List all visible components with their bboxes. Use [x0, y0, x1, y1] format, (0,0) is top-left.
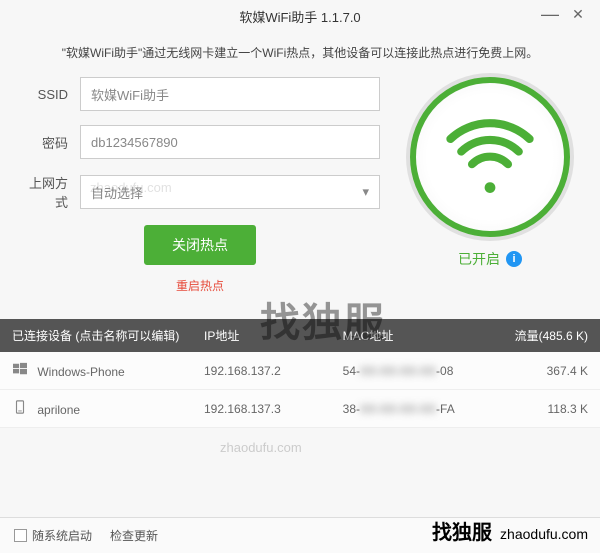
- method-select-wrap: 自动选择 ▾: [80, 175, 380, 209]
- watermark-url-1: zhaodufu.com: [220, 440, 302, 455]
- form-area: SSID 密码 上网方式 自动选择 ▾ 关闭热点 重启热点: [20, 77, 380, 295]
- app-description: "软媒WiFi助手"通过无线网卡建立一个WiFi热点，其他设备可以连接此热点进行…: [0, 32, 600, 77]
- col-header-ip: IP地址: [204, 327, 343, 344]
- ssid-row: SSID: [20, 77, 380, 111]
- hotspot-status-text: 已开启: [458, 249, 500, 269]
- method-selected-value: 自动选择: [91, 183, 143, 202]
- button-row: 关闭热点: [20, 225, 380, 265]
- autostart-label: 随系统启动: [32, 527, 92, 544]
- check-update-label: 检查更新: [110, 527, 158, 544]
- device-traffic: 367.4 K: [492, 364, 588, 378]
- device-ip: 192.168.137.2: [204, 364, 343, 378]
- device-name: aprilone: [37, 403, 80, 417]
- password-input[interactable]: [80, 125, 380, 159]
- password-row: 密码: [20, 125, 380, 159]
- ssid-input[interactable]: [80, 77, 380, 111]
- autostart-checkbox-item[interactable]: 随系统启动: [14, 527, 92, 544]
- col-header-traffic: 流量(485.6 K): [492, 327, 588, 344]
- table-row[interactable]: Windows-Phone 192.168.137.2 54-XX-XX-XX-…: [0, 352, 600, 390]
- titlebar: 软媒WiFi助手 1.1.7.0 — ✕: [0, 0, 600, 32]
- wifi-visual-area: 已开启 i: [400, 77, 580, 295]
- ssid-label: SSID: [20, 87, 80, 102]
- col-header-mac: MAC地址: [343, 327, 492, 344]
- restart-hotspot-link[interactable]: 重启热点: [176, 279, 224, 293]
- device-mac: 54-XX-XX-XX-XX-08: [343, 364, 492, 378]
- devices-table: 已连接设备 (点击名称可以编辑) IP地址 MAC地址 流量(485.6 K) …: [0, 319, 600, 428]
- wifi-icon: [445, 112, 535, 202]
- device-name: Windows-Phone: [37, 365, 124, 379]
- col-header-device: 已连接设备 (点击名称可以编辑): [12, 327, 204, 344]
- status-row: 已开启 i: [458, 249, 522, 269]
- check-update-link[interactable]: 检查更新: [110, 527, 158, 544]
- windows-icon: [12, 362, 28, 376]
- password-label: 密码: [20, 133, 80, 152]
- autostart-checkbox[interactable]: [14, 529, 27, 542]
- table-header: 已连接设备 (点击名称可以编辑) IP地址 MAC地址 流量(485.6 K): [0, 319, 600, 352]
- restart-link-row: 重启热点: [20, 277, 380, 295]
- device-traffic: 118.3 K: [492, 402, 588, 416]
- device-name-cell: aprilone: [12, 400, 204, 417]
- window-title: 软媒WiFi助手 1.1.7.0: [239, 7, 360, 26]
- device-name-cell: Windows-Phone: [12, 362, 204, 379]
- close-hotspot-button[interactable]: 关闭热点: [144, 225, 256, 265]
- method-row: 上网方式 自动选择 ▾: [20, 173, 380, 211]
- method-label: 上网方式: [20, 173, 80, 211]
- device-ip: 192.168.137.3: [204, 402, 343, 416]
- minimize-button[interactable]: —: [536, 0, 564, 28]
- wifi-status-circle: [410, 77, 570, 237]
- chevron-down-icon: ▾: [362, 184, 369, 200]
- method-select[interactable]: 自动选择 ▾: [80, 175, 380, 209]
- footer: 随系统启动 检查更新: [0, 517, 600, 553]
- phone-icon: [12, 400, 28, 414]
- device-mac: 38-XX-XX-XX-XX-FA: [343, 402, 492, 416]
- info-icon[interactable]: i: [506, 251, 522, 267]
- table-row[interactable]: aprilone 192.168.137.3 38-XX-XX-XX-XX-FA…: [0, 390, 600, 428]
- window-controls: — ✕: [536, 0, 592, 28]
- close-button[interactable]: ✕: [564, 0, 592, 28]
- main-area: SSID 密码 上网方式 自动选择 ▾ 关闭热点 重启热点: [0, 77, 600, 295]
